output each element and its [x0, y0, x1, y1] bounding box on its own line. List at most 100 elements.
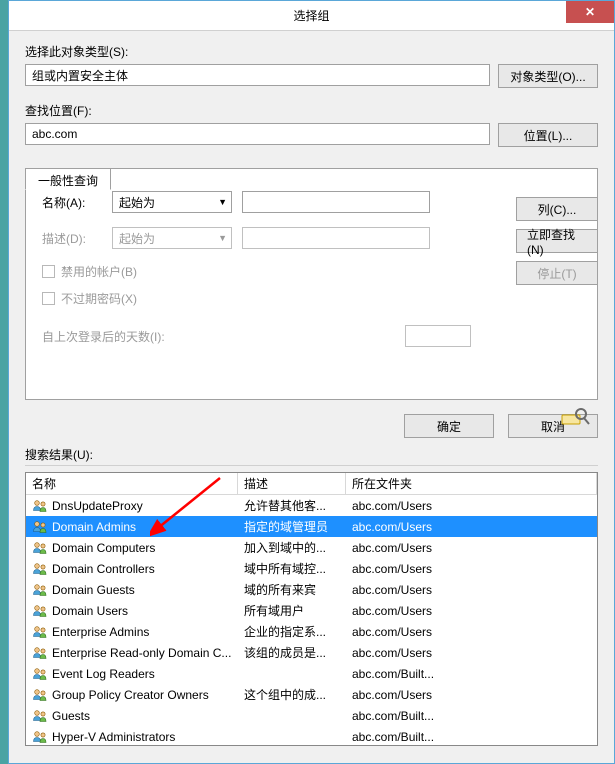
chevron-down-icon: ▼ — [218, 197, 227, 207]
stop-button: 停止(T) — [516, 261, 598, 285]
group-icon — [32, 729, 48, 745]
group-icon — [32, 498, 48, 514]
cell-name: Domain Computers — [26, 540, 238, 556]
cell-loc: abc.com/Users — [346, 562, 597, 576]
cell-name: Domain Users — [26, 603, 238, 619]
days-since-logon-spin — [405, 325, 471, 347]
cell-loc: abc.com/Built... — [346, 730, 597, 744]
desc-operator-combo: 起始为 ▼ — [112, 227, 232, 249]
cell-desc: 域中所有域控... — [238, 560, 346, 577]
location-field: abc.com — [25, 123, 490, 145]
object-type-label: 选择此对象类型(S): — [25, 43, 598, 60]
tab-general-query[interactable]: 一般性查询 — [25, 168, 111, 190]
desc-label: 描述(D): — [42, 230, 102, 247]
group-icon — [32, 645, 48, 661]
table-row[interactable]: Domain Controllers域中所有域控...abc.com/Users — [26, 558, 597, 579]
tab-panel: 名称(A): 起始为 ▼ 描述(D): 起始为 ▼ — [25, 168, 598, 400]
desc-input — [242, 227, 430, 249]
table-row[interactable]: Guests abc.com/Built... — [26, 705, 597, 726]
group-icon — [32, 708, 48, 724]
object-type-field: 组或内置安全主体 — [25, 64, 490, 86]
disabled-accounts-checkbox — [42, 265, 55, 278]
table-body[interactable]: DnsUpdateProxy允许替其他客...abc.com/Users Dom… — [26, 495, 597, 745]
object-types-button[interactable]: 对象类型(O)... — [498, 64, 598, 88]
cell-name: Domain Guests — [26, 582, 238, 598]
col-loc[interactable]: 所在文件夹 — [346, 473, 597, 494]
table-row[interactable]: Hyper-V Administrators abc.com/Built... — [26, 726, 597, 745]
cell-desc: 域的所有来宾 — [238, 581, 346, 598]
col-name[interactable]: 名称 — [26, 473, 238, 494]
search-results-label: 搜索结果(U): — [25, 446, 598, 463]
cell-desc: 该组的成员是... — [238, 644, 346, 661]
cell-name: Enterprise Read-only Domain C... — [26, 645, 238, 661]
side-buttons: 列(C)... 立即查找(N) 停止(T) — [516, 197, 598, 285]
cell-loc: abc.com/Users — [346, 625, 597, 639]
cell-name: Domain Controllers — [26, 561, 238, 577]
disabled-accounts-label: 禁用的帐户(B) — [61, 263, 137, 280]
cell-name: Event Log Readers — [26, 666, 238, 682]
table-row[interactable]: DnsUpdateProxy允许替其他客...abc.com/Users — [26, 495, 597, 516]
col-desc[interactable]: 描述 — [238, 473, 346, 494]
table-row[interactable]: Enterprise Read-only Domain C...该组的成员是..… — [26, 642, 597, 663]
name-operator-combo[interactable]: 起始为 ▼ — [112, 191, 232, 213]
columns-button[interactable]: 列(C)... — [516, 197, 598, 221]
close-icon: ✕ — [585, 5, 595, 19]
cell-loc: abc.com/Users — [346, 646, 597, 660]
location-label: 查找位置(F): — [25, 102, 598, 119]
locations-button[interactable]: 位置(L)... — [498, 123, 598, 147]
group-icon — [32, 666, 48, 682]
days-since-logon-label: 自上次登录后的天数(I): — [42, 328, 165, 345]
name-input[interactable] — [242, 191, 430, 213]
cell-loc: abc.com/Users — [346, 520, 597, 534]
table-row[interactable]: Domain Users所有域用户abc.com/Users — [26, 600, 597, 621]
results-table: 名称 描述 所在文件夹 DnsUpdateProxy允许替其他客...abc.c… — [25, 472, 598, 746]
separator — [25, 465, 598, 466]
cell-loc: abc.com/Users — [346, 583, 597, 597]
group-icon — [32, 519, 48, 535]
non-expiring-password-label: 不过期密码(X) — [61, 290, 137, 307]
titlebar: 选择组 ✕ — [9, 1, 614, 31]
select-group-dialog: 选择组 ✕ 选择此对象类型(S): 组或内置安全主体 对象类型(O)... 查找… — [8, 0, 615, 764]
cell-loc: abc.com/Built... — [346, 709, 597, 723]
table-row[interactable]: Domain Computers加入到域中的...abc.com/Users — [26, 537, 597, 558]
dialog-content: 选择此对象类型(S): 组或内置安全主体 对象类型(O)... 查找位置(F):… — [9, 31, 614, 754]
cell-loc: abc.com/Users — [346, 688, 597, 702]
find-now-button[interactable]: 立即查找(N) — [516, 229, 598, 253]
cell-loc: abc.com/Users — [346, 604, 597, 618]
ok-button[interactable]: 确定 — [404, 414, 494, 438]
name-label: 名称(A): — [42, 194, 102, 211]
cell-name: Domain Admins — [26, 519, 238, 535]
group-icon — [32, 687, 48, 703]
window-title: 选择组 — [9, 7, 614, 24]
chevron-down-icon: ▼ — [218, 233, 227, 243]
table-row[interactable]: Group Policy Creator Owners这个组中的成...abc.… — [26, 684, 597, 705]
cell-desc: 加入到域中的... — [238, 539, 346, 556]
group-icon — [32, 603, 48, 619]
cell-name: Hyper-V Administrators — [26, 729, 238, 745]
cell-desc: 所有域用户 — [238, 602, 346, 619]
table-row[interactable]: Event Log Readers abc.com/Built... — [26, 663, 597, 684]
cell-loc: abc.com/Users — [346, 499, 597, 513]
cell-loc: abc.com/Built... — [346, 667, 597, 681]
cell-name: Group Policy Creator Owners — [26, 687, 238, 703]
cell-desc: 企业的指定系... — [238, 623, 346, 640]
group-icon — [32, 582, 48, 598]
table-row[interactable]: Domain Admins指定的域管理员abc.com/Users — [26, 516, 597, 537]
tabs-region: 一般性查询 名称(A): 起始为 ▼ 描述(D): 起始为 ▼ — [25, 168, 598, 400]
group-icon — [32, 561, 48, 577]
cell-name: Guests — [26, 708, 238, 724]
search-icon — [560, 405, 590, 427]
group-icon — [32, 624, 48, 640]
cell-desc: 允许替其他客... — [238, 497, 346, 514]
cell-desc: 这个组中的成... — [238, 686, 346, 703]
cell-desc: 指定的域管理员 — [238, 518, 346, 535]
table-row[interactable]: Enterprise Admins企业的指定系...abc.com/Users — [26, 621, 597, 642]
group-icon — [32, 540, 48, 556]
cell-name: DnsUpdateProxy — [26, 498, 238, 514]
cell-name: Enterprise Admins — [26, 624, 238, 640]
close-button[interactable]: ✕ — [566, 1, 614, 23]
table-header: 名称 描述 所在文件夹 — [26, 473, 597, 495]
table-row[interactable]: Domain Guests域的所有来宾abc.com/Users — [26, 579, 597, 600]
cell-loc: abc.com/Users — [346, 541, 597, 555]
non-expiring-password-checkbox — [42, 292, 55, 305]
